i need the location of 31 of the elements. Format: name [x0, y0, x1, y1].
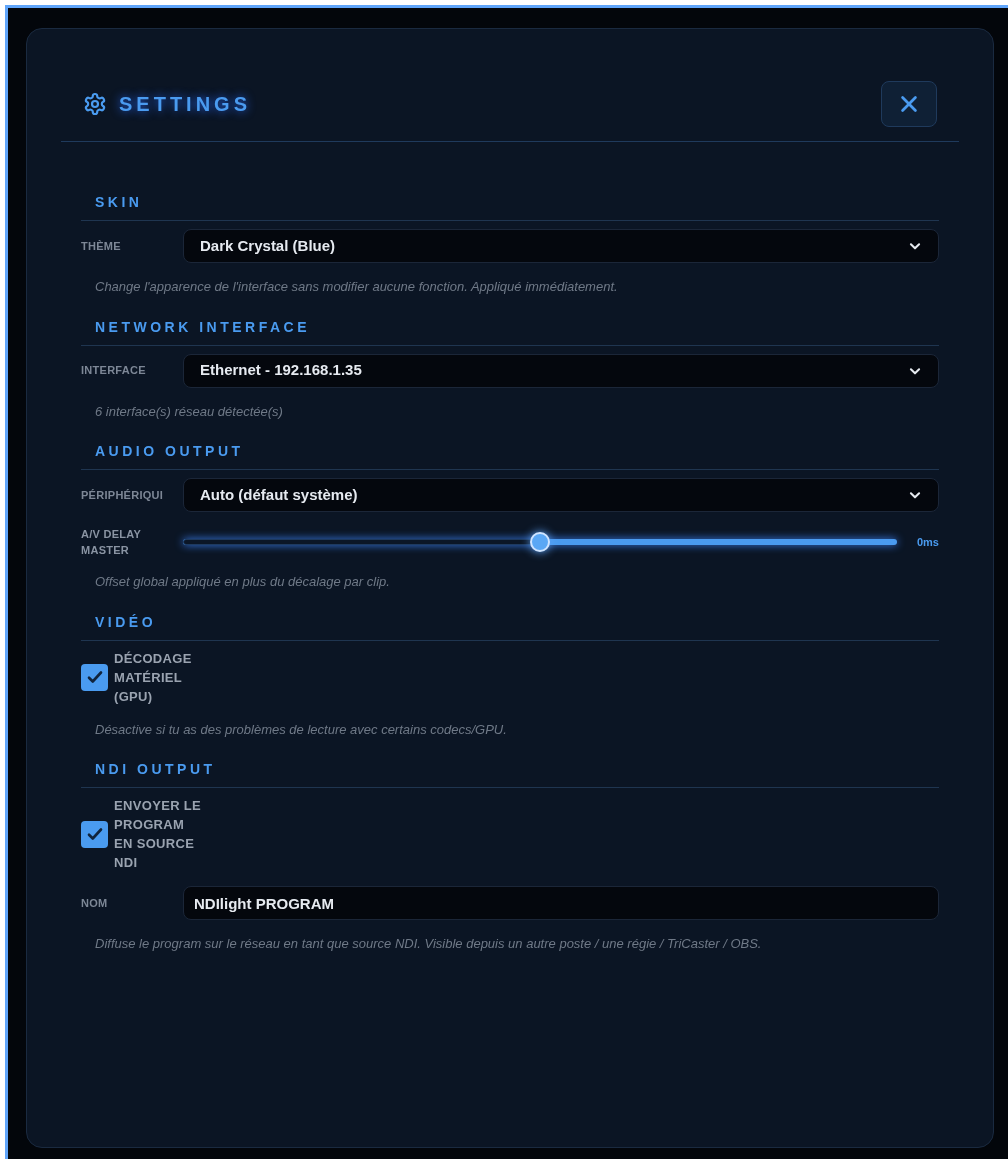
delay-reading: 0ms: [916, 534, 939, 550]
section-heading: NETWORK INTERFACE: [95, 318, 311, 335]
section-heading: NDI OUTPUT: [95, 761, 216, 777]
hint-text: Diffuse le program sur le réseau en tant que source NDI. Visible depuis un autre poste / une régie / TriCaster / OBS.: [94, 935, 763, 953]
close-button[interactable]: [881, 81, 937, 127]
field-label: INTERFACE: [81, 363, 147, 379]
checkmark-icon: [85, 668, 104, 686]
section-heading: SKIN: [95, 194, 143, 210]
hint-text: 6 interface(s) réseau détectée(s): [94, 402, 284, 421]
name-field[interactable]: NDIlight PROGRAM: [183, 886, 939, 920]
checkmark-icon: [85, 825, 104, 843]
dropdown[interactable]: Dark Crystal (Blue): [183, 229, 939, 263]
hint-text: Offset global appliqué en plus du décalage par clip.: [94, 573, 391, 591]
hint-text: Change l'apparence de l'interface sans modifier aucune fonction. Appliqué immédiatement.: [94, 278, 619, 296]
close-icon: [898, 93, 920, 115]
checkbox[interactable]: [81, 820, 108, 848]
field-label: PÉRIPHÉRIQUI: [81, 487, 165, 503]
hint-text: Désactive si tu as des problèmes de lecture avec certains codecs/GPU.: [94, 720, 508, 739]
section-heading: VIDÉO: [95, 613, 157, 630]
section-heading: AUDIO OUTPUT: [95, 443, 244, 459]
settings-icon: [83, 92, 107, 116]
dropdown[interactable]: Auto (défaut système): [183, 478, 939, 512]
dialog-title: SETTINGS: [119, 92, 251, 117]
field-label: THÈME: [81, 238, 122, 254]
delay-slider[interactable]: [183, 534, 897, 550]
field-label: NOM: [81, 895, 109, 911]
checkbox-label: DÉCODAGE MATÉRIEL (GPU): [114, 649, 193, 706]
dropdown[interactable]: Ethernet - 192.168.1.35: [183, 353, 939, 388]
checkbox[interactable]: [81, 663, 108, 691]
field-label: A/V DELAY MASTER: [81, 527, 142, 558]
checkbox-label: ENVOYER LE PROGRAM EN SOURCE NDI: [114, 797, 203, 872]
